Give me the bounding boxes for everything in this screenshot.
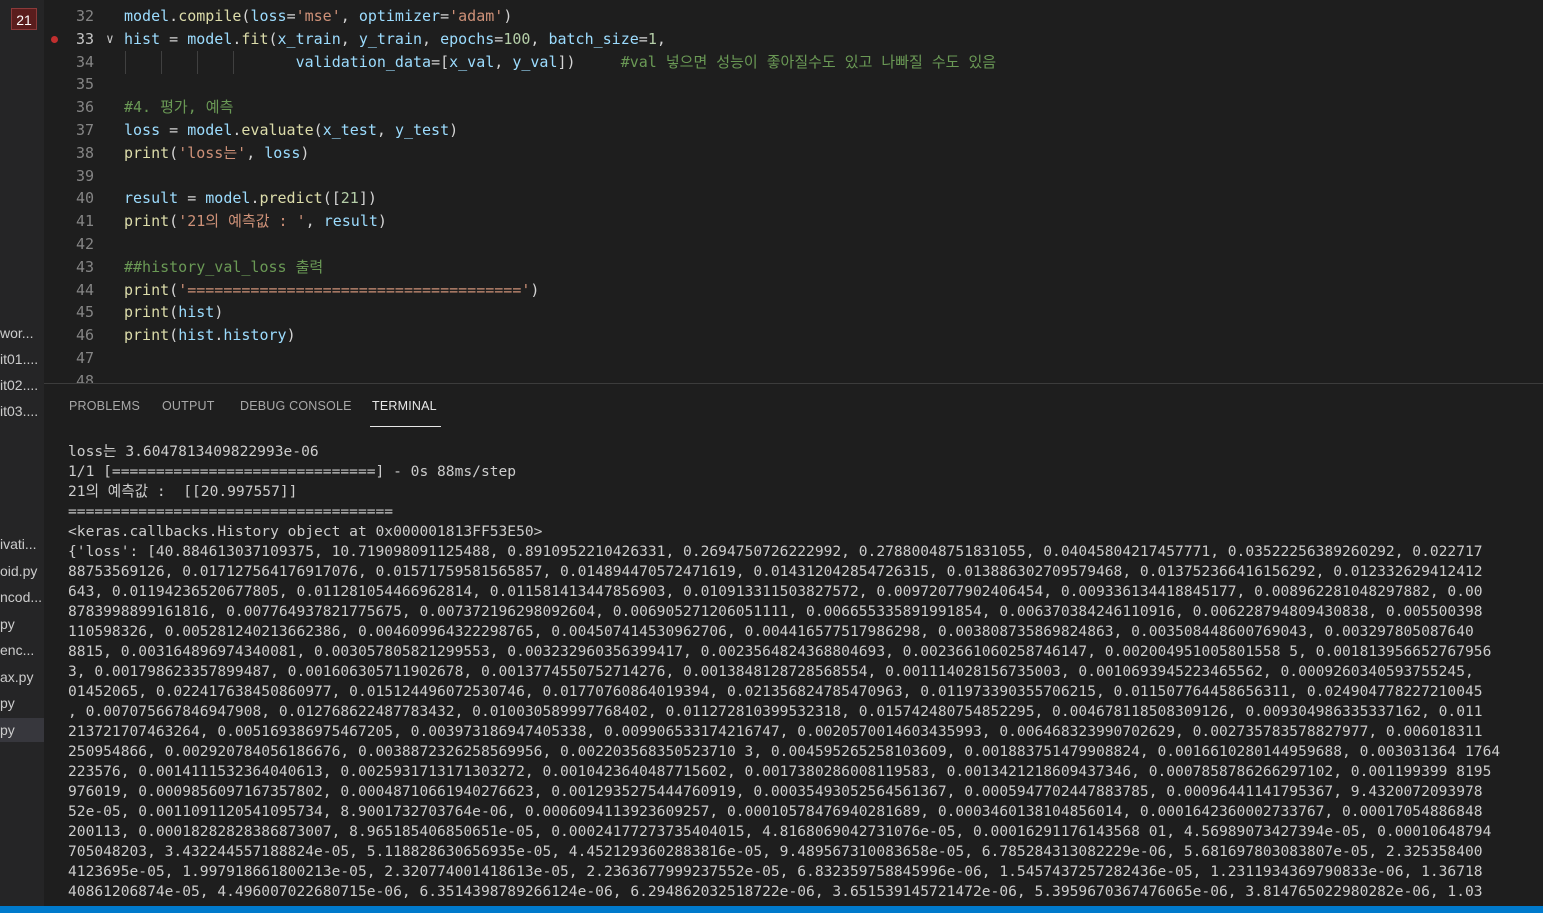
problem-count-badge[interactable]: 21 — [11, 8, 37, 30]
tab-debug-console[interactable]: DEBUG CONSOLE — [240, 384, 352, 428]
code-text: validation_data=[x_val, y_val]) #val 넣으면… — [295, 52, 997, 71]
code-line: 32 model.compile(loss='mse', optimizer='a… — [44, 5, 1543, 28]
bottom-panel: PROBLEMS OUTPUT DEBUG CONSOLE TERMINAL l… — [44, 383, 1543, 907]
explorer-file-item[interactable]: oid.py — [0, 559, 44, 583]
tab-terminal[interactable]: TERMINAL — [370, 384, 441, 428]
code-text: print('=================================… — [124, 280, 540, 299]
code-line: 37 loss = model.evaluate(x_test, y_test) — [44, 119, 1543, 142]
terminal-line: 40861206874e-05, 4.496007022680715e-06, … — [68, 883, 1483, 900]
code-text: print(hist.history) — [124, 326, 296, 345]
line-number[interactable]: 40 — [44, 187, 94, 210]
tab-output[interactable]: OUTPUT — [162, 384, 215, 428]
line-number[interactable]: 45 — [44, 301, 94, 324]
code-line: 40 result = model.predict([21]) — [44, 187, 1543, 210]
line-number[interactable]: 46 — [44, 324, 94, 347]
line-number[interactable]: 36 — [44, 96, 94, 119]
code-line: 47 — [44, 347, 1543, 370]
code-line: 48 — [44, 370, 1543, 383]
code-text: loss = model.evaluate(x_test, y_test) — [124, 121, 459, 139]
terminal-line: ===================================== — [68, 503, 394, 520]
line-number[interactable]: 44 — [44, 279, 94, 302]
explorer-file-item[interactable]: ncod... — [0, 585, 44, 609]
code-text: model.compile(loss='mse', optimizer='ada… — [124, 7, 513, 25]
code-text: result = model.predict([21]) — [124, 189, 377, 208]
explorer-file-item[interactable]: py — [0, 691, 44, 715]
terminal-output[interactable]: loss는 3.6047813409822993e-06 1/1 [=======… — [68, 442, 1528, 902]
terminal-line: {'loss': [40.884613037109375, 10.7190980… — [68, 543, 1483, 560]
explorer-file-item[interactable]: ivati... — [0, 532, 44, 556]
explorer-file-item[interactable]: it02.... — [0, 373, 44, 397]
terminal-line: <keras.callbacks.History object at 0x000… — [68, 523, 543, 540]
code-line: 46 print(hist.history) — [44, 324, 1543, 347]
explorer-file-item[interactable]: it01.... — [0, 347, 44, 371]
line-number[interactable]: 39 — [44, 165, 94, 188]
code-line: 45 print(hist) — [44, 301, 1543, 324]
explorer-file-item-selected[interactable]: py — [0, 718, 44, 742]
terminal-line: 3, 0.001798623357899487, 0.0016063057119… — [68, 663, 1474, 680]
terminal-line: 8783998899161816, 0.007764937821775675, … — [68, 603, 1483, 620]
terminal-line: 1/1 [==============================] - 0… — [68, 463, 517, 480]
explorer-sidebar: 21 wor... it01.... it02.... it03.... iva… — [0, 0, 44, 906]
line-number[interactable]: 34 — [44, 51, 94, 74]
code-line: 34 validation_data=[x_val, y_val]) #val … — [44, 50, 1543, 74]
line-number[interactable]: 48 — [44, 370, 94, 383]
code-text: #4. 평가, 예측 — [124, 98, 234, 117]
line-number[interactable]: 41 — [44, 210, 94, 233]
panel-tabs: PROBLEMS OUTPUT DEBUG CONSOLE TERMINAL — [44, 384, 1543, 428]
code-text: print('loss는', loss) — [124, 143, 310, 162]
terminal-line: 976019, 0.0009856097167357802, 0.0004871… — [68, 783, 1483, 800]
explorer-file-item[interactable]: it03.... — [0, 399, 44, 423]
code-line: 39 — [44, 165, 1543, 188]
code-line: 38 print('loss는', loss) — [44, 142, 1543, 165]
terminal-line: 250954866, 0.002920784056186676, 0.00388… — [68, 743, 1501, 760]
code-text: print('21의 예측값 : ', result) — [124, 212, 387, 231]
terminal-line: 213721707463264, 0.005169386975467205, 0… — [68, 723, 1483, 740]
explorer-file-item[interactable]: py — [0, 612, 44, 636]
code-line: 44 print('===============================… — [44, 279, 1543, 302]
line-number[interactable]: 37 — [44, 119, 94, 142]
line-number[interactable]: 32 — [44, 5, 94, 28]
code-line: 36 #4. 평가, 예측 — [44, 96, 1543, 119]
terminal-line: 8815, 0.003164896974340081, 0.0030578058… — [68, 643, 1492, 660]
terminal-line: loss는 3.6047813409822993e-06 — [68, 443, 319, 460]
breakpoint-dot-icon[interactable] — [51, 35, 58, 43]
explorer-file-item[interactable]: wor... — [0, 321, 44, 345]
code-line: 43 ##history_val_loss 출력 — [44, 256, 1543, 279]
terminal-line: 21의 예측값 : [[20.997557]] — [68, 483, 298, 500]
tab-problems[interactable]: PROBLEMS — [69, 384, 140, 428]
line-number[interactable]: 42 — [44, 233, 94, 256]
line-number[interactable]: 47 — [44, 347, 94, 370]
code-line: 42 — [44, 233, 1543, 256]
code-text: hist = model.fit(x_train, y_train, epoch… — [124, 29, 666, 48]
fold-chevron-down-icon[interactable]: ∨ — [106, 28, 114, 51]
terminal-line: 01452065, 0.022417638450860977, 0.015124… — [68, 683, 1483, 700]
code-line: 33 ∨ hist = model.fit(x_train, y_train, ep… — [44, 28, 1543, 51]
code-text: ##history_val_loss 출력 — [124, 257, 324, 276]
line-number[interactable]: 35 — [44, 73, 94, 96]
explorer-file-item[interactable]: ax.py — [0, 665, 44, 689]
code-text: print(hist) — [124, 303, 224, 322]
line-number[interactable]: 38 — [44, 142, 94, 165]
terminal-line: 4123695e-05, 1.997918661800213e-05, 2.32… — [68, 863, 1483, 880]
code-line: 41 print('21의 예측값 : ', result) — [44, 210, 1543, 233]
line-number[interactable]: 43 — [44, 256, 94, 279]
terminal-line: 52e-05, 0.0011091120541095734, 8.9001732… — [68, 803, 1483, 820]
explorer-file-item[interactable]: enc... — [0, 638, 44, 662]
terminal-line: 88753569126, 0.017127564176917076, 0.015… — [68, 563, 1483, 580]
terminal-line: 705048203, 3.432244557188824e-05, 5.1188… — [68, 843, 1483, 860]
code-line: 35 — [44, 73, 1543, 96]
code-editor[interactable]: 32 model.compile(loss='mse', optimizer='a… — [44, 0, 1543, 383]
terminal-line: 110598326, 0.005281240213662386, 0.00460… — [68, 623, 1474, 640]
terminal-line: 223576, 0.0014111532364040613, 0.0025931… — [68, 763, 1492, 780]
vscode-window: 21 wor... it01.... it02.... it03.... iva… — [0, 0, 1543, 913]
terminal-line: 200113, 0.00018282828386873007, 8.965185… — [68, 823, 1492, 840]
status-bar — [0, 906, 1543, 913]
terminal-line: , 0.007075667846947908, 0.01276862248778… — [68, 703, 1483, 720]
terminal-line: 643, 0.01194236520677805, 0.011281054466… — [68, 583, 1483, 600]
